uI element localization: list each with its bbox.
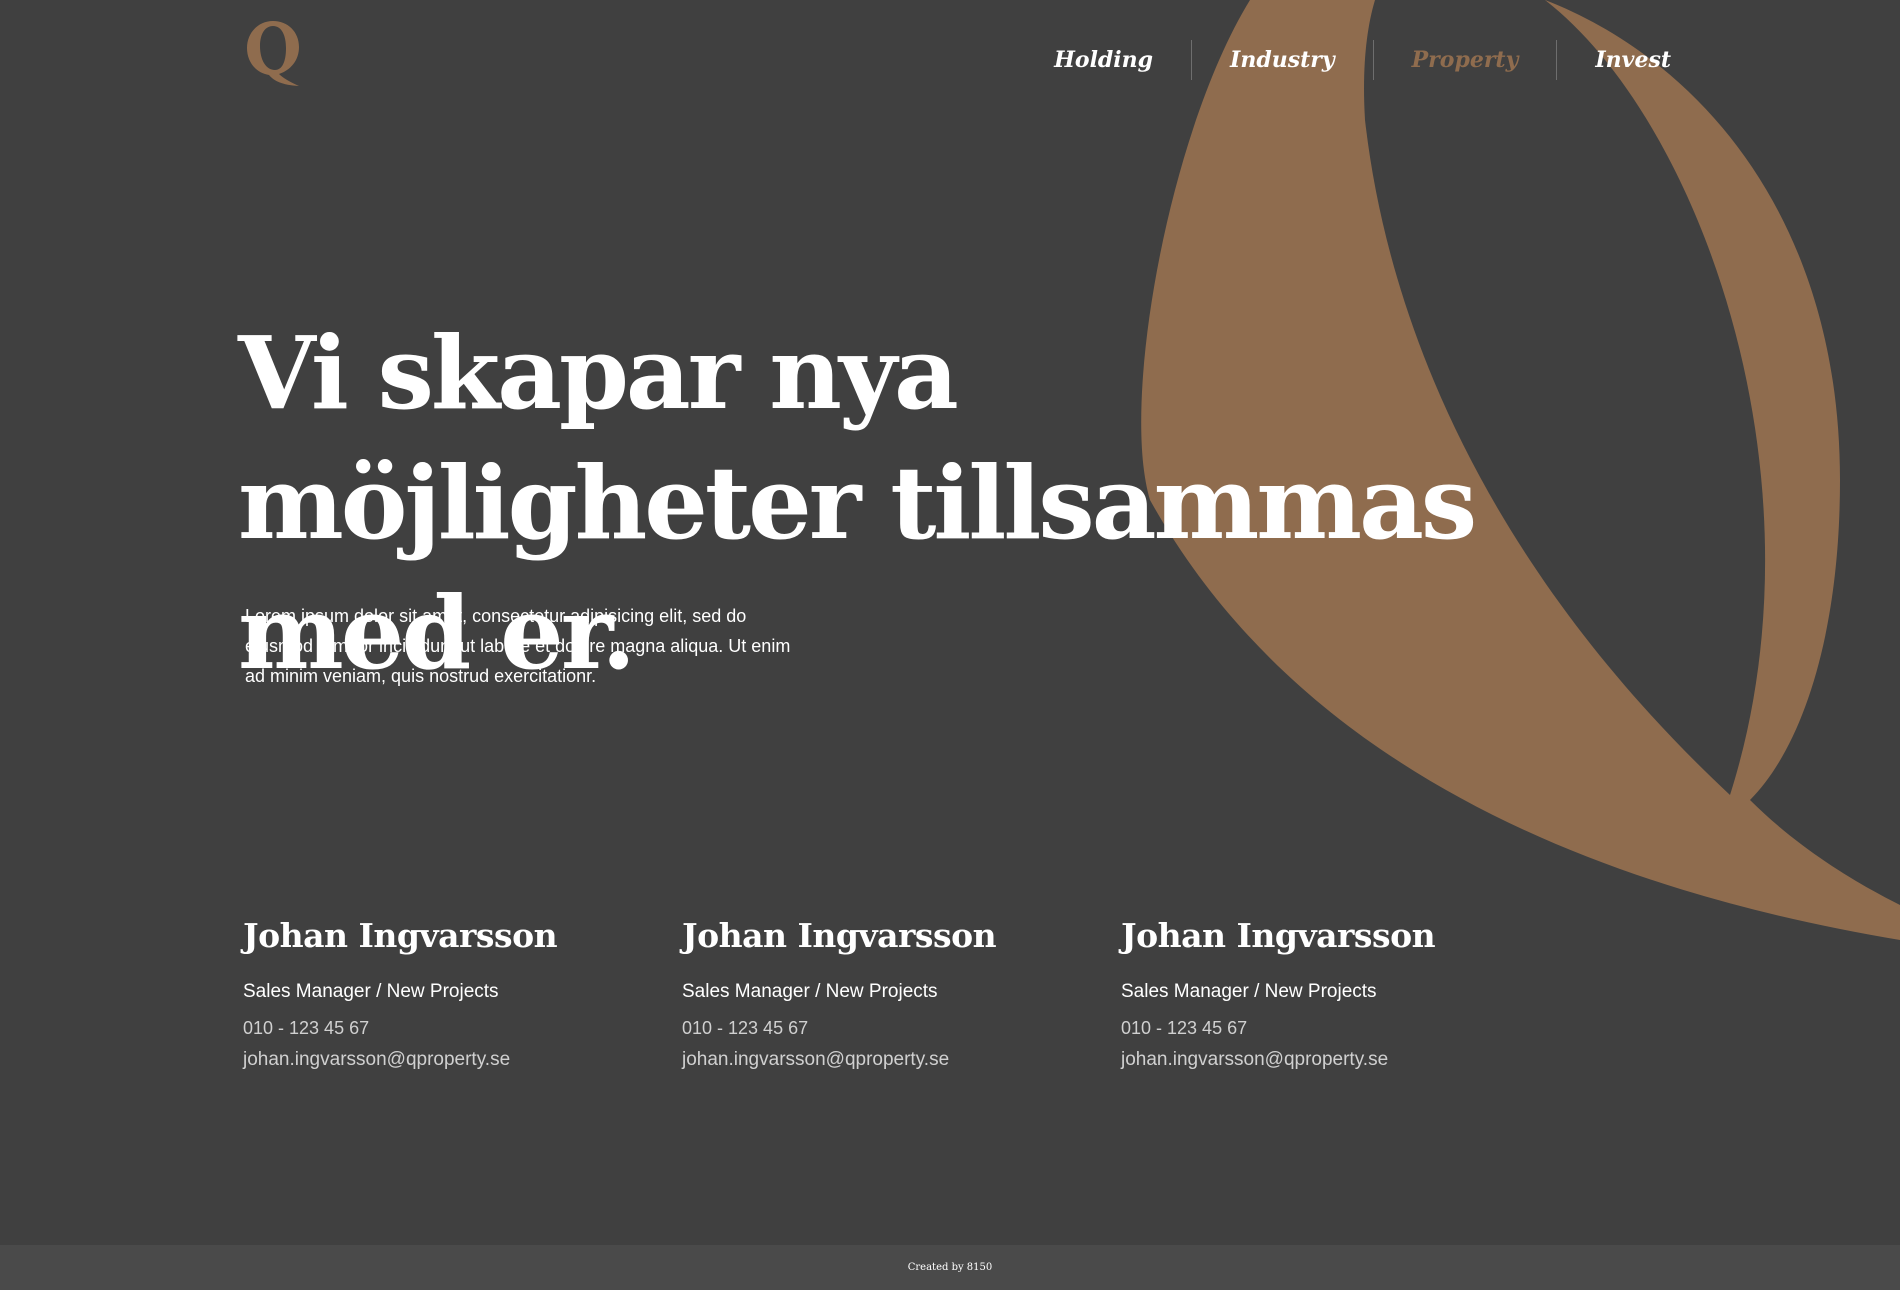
contact-email-link[interactable]: johan.ingvarsson@qproperty.se	[1121, 1049, 1388, 1070]
nav-item-holding[interactable]: Holding	[1016, 40, 1191, 80]
q-logo[interactable]	[244, 18, 302, 88]
nav-item-property[interactable]: Property	[1372, 40, 1557, 80]
footer-credit: Created by 8150	[907, 1262, 993, 1273]
contact-email-link[interactable]: johan.ingvarsson@qproperty.se	[682, 1049, 949, 1070]
contact-phone: 010 - 123 45 67	[243, 1018, 370, 1038]
contact-card: Johan Ingvarsson Sales Manager / New Pro…	[682, 912, 1121, 1074]
nav-item-industry[interactable]: Industry	[1191, 40, 1373, 80]
contacts-section: Johan Ingvarsson Sales Manager / New Pro…	[243, 912, 1560, 1074]
hero-text: Lorem ipsum dolor sit amet, consectetur …	[245, 606, 791, 686]
contact-card: Johan Ingvarsson Sales Manager / New Pro…	[1121, 912, 1560, 1074]
contact-phone: 010 - 123 45 67	[682, 1018, 809, 1038]
footer: Created by 8150	[0, 1245, 1900, 1290]
contact-name: Johan Ingvarsson	[682, 916, 997, 955]
contact-card: Johan Ingvarsson Sales Manager / New Pro…	[243, 912, 682, 1074]
contact-phone: 010 - 123 45 67	[1121, 1018, 1248, 1038]
contact-role: Sales Manager / New Projects	[682, 981, 938, 1002]
main-nav: Holding Industry Property Invest	[1016, 40, 1709, 80]
contact-name: Johan Ingvarsson	[1121, 916, 1436, 955]
contact-name: Johan Ingvarsson	[243, 916, 558, 955]
contact-role: Sales Manager / New Projects	[1121, 981, 1377, 1002]
contact-role: Sales Manager / New Projects	[243, 981, 499, 1002]
nav-item-invest[interactable]: Invest	[1556, 40, 1709, 80]
contact-email-link[interactable]: johan.ingvarsson@qproperty.se	[243, 1049, 510, 1070]
